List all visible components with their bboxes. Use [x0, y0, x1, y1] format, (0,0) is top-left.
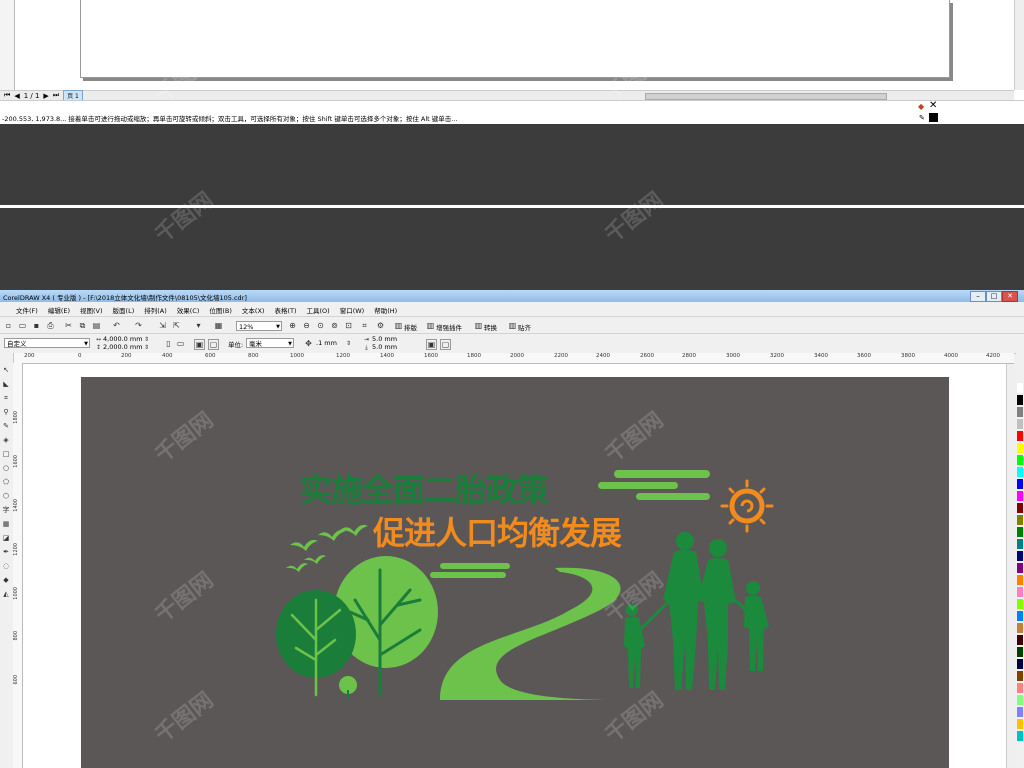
sun-icon	[720, 479, 774, 533]
color-swatch[interactable]	[1017, 623, 1023, 633]
family-silhouette	[624, 532, 769, 690]
color-swatch[interactable]	[1017, 647, 1023, 657]
color-swatch[interactable]	[1017, 611, 1023, 621]
color-swatch[interactable]	[1017, 491, 1023, 501]
color-swatch[interactable]	[1017, 659, 1023, 669]
winding-road	[440, 567, 621, 700]
color-swatch[interactable]	[1017, 419, 1023, 429]
color-swatch[interactable]	[1017, 695, 1023, 705]
color-swatch[interactable]	[1017, 467, 1023, 477]
color-swatch[interactable]	[1017, 635, 1023, 645]
color-swatch[interactable]	[1017, 527, 1023, 537]
tree-small	[339, 676, 357, 700]
color-swatch[interactable]	[1017, 587, 1023, 597]
color-swatch[interactable]	[1017, 383, 1023, 393]
color-swatch[interactable]	[1017, 515, 1023, 525]
color-swatch[interactable]	[1017, 503, 1023, 513]
headline-secondary: 促进人口均衡发展	[373, 514, 622, 552]
color-swatch[interactable]	[1017, 575, 1023, 585]
color-swatch[interactable]	[1017, 395, 1023, 405]
artwork-illustration	[276, 470, 774, 700]
color-swatch[interactable]	[1017, 707, 1023, 717]
color-swatch[interactable]	[1017, 443, 1023, 453]
color-palette	[1016, 353, 1024, 768]
color-swatch[interactable]	[1017, 671, 1023, 681]
color-swatch[interactable]	[1017, 599, 1023, 609]
headline-primary: 实施全面二胎政策	[300, 471, 549, 509]
color-swatch[interactable]	[1017, 479, 1023, 489]
cloud-middle	[430, 563, 510, 578]
color-swatch[interactable]	[1017, 719, 1023, 729]
color-swatch[interactable]	[1017, 551, 1023, 561]
cloud-top-right	[598, 470, 710, 500]
color-swatch[interactable]	[1017, 683, 1023, 693]
color-swatch[interactable]	[1017, 731, 1023, 741]
color-swatch[interactable]	[1017, 539, 1023, 549]
birds	[286, 524, 368, 572]
color-swatch[interactable]	[1017, 455, 1023, 465]
color-swatch[interactable]	[1017, 563, 1023, 573]
color-swatch[interactable]	[1017, 431, 1023, 441]
color-swatch[interactable]	[1017, 407, 1023, 417]
